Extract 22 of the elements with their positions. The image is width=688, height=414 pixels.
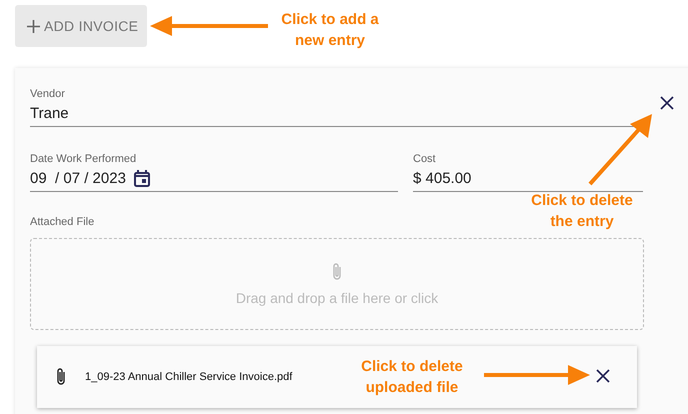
field-label: Cost [413,153,437,165]
annotation-text: Click to delete the entry [530,191,634,232]
close-icon [660,96,674,110]
cost-field[interactable]: $ 405.00 [413,170,643,187]
date-field[interactable]: 09 / 07 / 2023 [30,170,126,187]
file-name: 1_09-23 Annual Chiller Service Invoice.pdf [85,371,292,383]
field-label: Date Work Performed [30,153,138,165]
vendor-field[interactable]: Trane [30,105,645,122]
add-invoice-button[interactable]: ADD INVOICE [15,5,148,47]
annotation-text: Click to add a new entry [280,10,380,51]
close-button[interactable] [660,96,676,112]
calendar-icon[interactable] [134,170,150,187]
paperclip-icon [55,367,67,387]
delete-file-button[interactable] [596,369,612,385]
close-icon [596,369,610,383]
field-label: Attached File [30,216,94,228]
annotation-text: Click to delete uploaded file [360,357,464,398]
callout-arrow [588,114,652,186]
field-label: Vendor [30,88,66,100]
dropzone-text: Drag and drop a file here or click [236,290,438,306]
paperclip-icon [331,262,343,282]
plus-icon [27,20,40,32]
